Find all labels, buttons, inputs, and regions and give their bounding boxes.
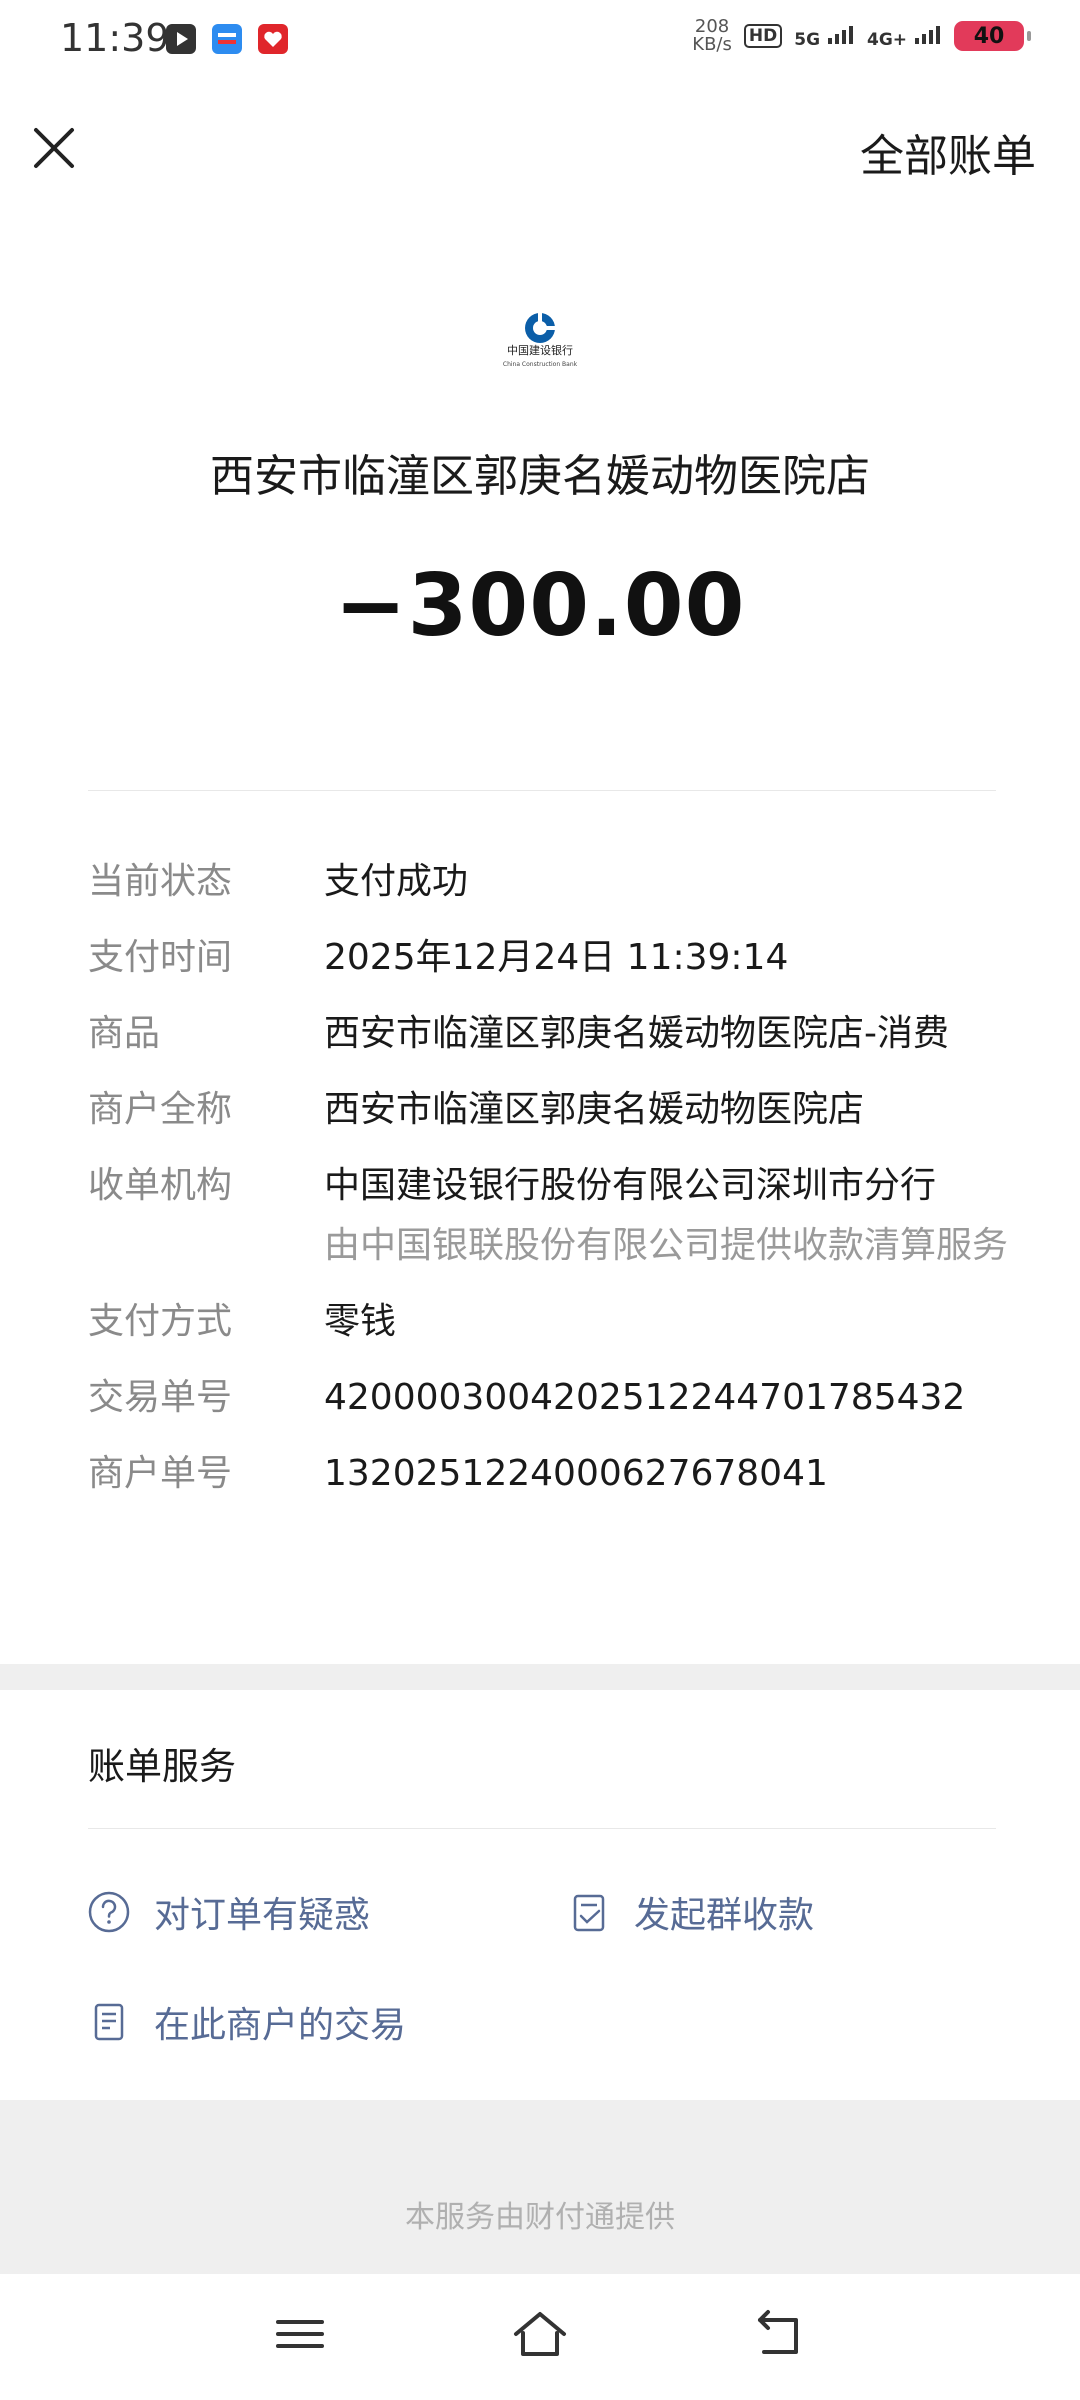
detail-row-acquirer: 收单机构 中国建设银行股份有限公司深圳市分行 由中国银联股份有限公司提供收款清算… [88,1160,1008,1272]
divider [88,1828,996,1829]
detail-row-transaction-id: 交易单号 4200003004202512244701785432 [88,1372,1008,1424]
svg-text:China Construction Bank: China Construction Bank [503,361,578,368]
group-collect-link[interactable]: 发起群收款 [566,1886,814,1938]
transaction-details: 当前状态 支付成功 支付时间 2025年12月24日 11:39:14 商品 西… [88,856,1008,1524]
detail-label: 支付时间 [88,937,233,978]
detail-label: 支付方式 [88,1301,233,1342]
footer-provider-text: 本服务由财付通提供 [405,2200,675,2235]
heart-app-icon [258,24,288,54]
detail-label: 收单机构 [88,1165,233,1206]
news-app-icon [212,24,242,54]
document-icon [94,2003,124,2041]
video-app-icon [166,24,196,54]
close-icon [34,128,74,168]
detail-value: 132025122400062767804​1 [324,1453,828,1494]
sim2-signal: 4G+ [867,23,942,50]
order-question-link[interactable]: 对订单有疑惑 [86,1886,370,1938]
detail-label: 商户单号 [88,1453,233,1494]
detail-label: 当前状态 [88,861,233,902]
menu-nav-button[interactable] [270,2304,330,2364]
detail-label: 商户全称 [88,1089,233,1130]
status-time: 11:39 [60,16,170,60]
detail-row-merchant: 商户全称 西安市临潼区郭庚名媛动物医院店 [88,1084,1008,1136]
merchant-transactions-label: 在此商户的交易 [154,2005,407,2046]
all-bills-link[interactable]: 全部账单 [860,120,1036,184]
detail-value: 支付成功 [324,861,469,902]
menu-icon [276,2320,324,2348]
detail-row-merchant-order-id: 商户单号 132025122400062767804​1 [88,1448,1008,1500]
section-separator [0,1664,1080,1690]
detail-row-method: 支付方式 零钱 [88,1296,1008,1348]
back-icon [758,2310,798,2354]
services-title: 账单服务 [88,1745,236,1788]
detail-value: 4200003004202512244701785432 [324,1377,966,1418]
merchant-transactions-link[interactable]: 在此商户的交易 [86,1996,406,2048]
detail-value: 中国建设银行股份有限公司深圳市分行 由中国银联股份有限公司提供收款清算服务 [324,1160,1008,1272]
detail-row-time: 支付时间 2025年12月24日 11:39:14 [88,932,1008,984]
battery-indicator: 40 [954,21,1031,51]
bank-logo: 中国建设银行 China Construction Bank [488,310,592,372]
sim1-signal: 5G [794,23,855,50]
footer [0,2100,1080,2274]
acquirer-note: 由中国银联股份有限公司提供收款清算服务 [324,1225,1009,1266]
transaction-amount: −300.00 [334,556,746,656]
detail-label: 商品 [88,1013,161,1054]
merchant-name: 西安市临潼区郭庚名媛动物医院店 [210,451,870,502]
svg-text:中国建设银行: 中国建设银行 [507,343,573,357]
detail-row-status: 当前状态 支付成功 [88,856,1008,908]
group-collect-label: 发起群收款 [634,1895,815,1936]
question-icon [88,1891,130,1933]
detail-row-product: 商品 西安市临潼区郭庚名媛动物医院店-消费 [88,1008,1008,1060]
hd-indicator: HD [743,24,783,48]
status-bar: 11:39 208 KB/s HD 5G 4G+ 40 [0,0,1080,82]
home-icon [514,2312,566,2356]
detail-value: 2025年12月24日 11:39:14 [324,937,789,978]
detail-label: 交易单号 [88,1377,233,1418]
divider [88,790,996,791]
back-nav-button[interactable] [750,2304,810,2364]
acquirer-name: 中国建设银行股份有限公司深圳市分行 [324,1165,937,1206]
system-nav-bar [0,2274,1080,2400]
close-button[interactable] [28,122,80,174]
order-question-label: 对订单有疑惑 [154,1895,371,1936]
detail-value: 西安市临潼区郭庚名媛动物医院店 [324,1089,865,1130]
group-collect-icon [573,1894,605,1932]
detail-value: 西安市临潼区郭庚名媛动物医院店-消费 [324,1013,949,1054]
detail-value: 零钱 [324,1301,397,1342]
home-nav-button[interactable] [510,2304,570,2364]
network-speed: 208 KB/s [692,16,732,55]
